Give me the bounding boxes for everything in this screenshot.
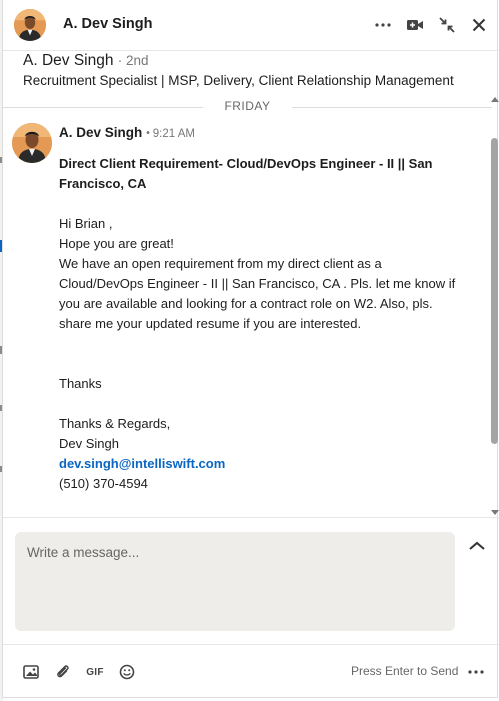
signature-name: Dev Singh — [59, 436, 119, 451]
gif-label: GIF — [86, 666, 104, 678]
close-button[interactable] — [467, 13, 491, 37]
minimize-button[interactable] — [435, 13, 459, 37]
message-thanks: Thanks — [59, 376, 102, 391]
message-list[interactable]: FRIDAY A. Dev Singh • 9:21 AM Direct Clien… — [3, 95, 499, 518]
connection-degree: · 2nd — [117, 53, 149, 68]
message-line: Hope you are great! — [59, 236, 174, 251]
sender-name[interactable]: A. Dev Singh — [59, 125, 142, 140]
signature-regards: Thanks & Regards, — [59, 416, 171, 431]
minimize-arrows-icon — [439, 17, 455, 33]
scroll-thumb[interactable] — [491, 138, 498, 444]
conversation-header: A. Dev Singh — [3, 0, 499, 51]
attach-file-button[interactable] — [53, 662, 73, 682]
signature-email-link[interactable]: dev.singh@intelliswift.com — [59, 454, 459, 474]
message-scrollbar[interactable] — [490, 95, 499, 517]
gif-button[interactable]: GIF — [85, 662, 105, 682]
video-call-button[interactable] — [403, 13, 427, 37]
conversation-title[interactable]: A. Dev Singh — [63, 16, 152, 32]
more-horizontal-icon — [468, 670, 484, 674]
expand-compose-button[interactable] — [468, 539, 488, 555]
compose-more-button[interactable] — [465, 662, 487, 682]
message-body: Direct Client Requirement- Cloud/DevOps … — [59, 154, 459, 494]
scroll-up-arrow[interactable] — [491, 97, 499, 102]
chevron-up-icon — [469, 541, 485, 550]
image-icon — [23, 665, 39, 679]
profile-name[interactable]: A. Dev Singh — [23, 52, 113, 69]
emoji-button[interactable] — [117, 662, 137, 682]
close-icon — [472, 18, 486, 32]
profile-summary: A. Dev Singh · 2nd Recruitment Specialis… — [3, 51, 492, 99]
message-header: A. Dev Singh • 9:21 AM — [59, 125, 195, 140]
message-input[interactable] — [15, 532, 455, 631]
separator-dot: • — [146, 128, 150, 139]
attach-image-button[interactable] — [21, 662, 41, 682]
send-hint[interactable]: Press Enter to Send — [351, 664, 458, 678]
emoji-icon — [119, 664, 135, 680]
compose-toolbar: GIF Press Enter to Send — [3, 644, 499, 699]
video-call-icon — [407, 20, 423, 30]
paperclip-icon — [57, 665, 69, 678]
message-timestamp: 9:21 AM — [152, 128, 195, 140]
avatar[interactable] — [14, 9, 46, 41]
day-divider: FRIDAY — [3, 99, 492, 115]
message-greeting: Hi Brian , — [59, 216, 113, 231]
message-paragraph: We have an open requirement from my dire… — [59, 256, 456, 331]
more-options-button[interactable] — [371, 13, 395, 37]
scroll-down-arrow[interactable] — [491, 510, 499, 515]
message-subject: Direct Client Requirement- Cloud/DevOps … — [59, 156, 433, 191]
profile-headline: Recruitment Specialist | MSP, Delivery, … — [23, 73, 454, 88]
compose-box — [15, 532, 455, 631]
message-window: A. Dev Singh A. Dev Singh · 2nd Recruitm… — [2, 0, 499, 699]
more-horizontal-icon — [375, 23, 391, 27]
day-label: FRIDAY — [218, 99, 277, 113]
signature-phone: (510) 370-4594 — [59, 476, 148, 491]
sender-avatar[interactable] — [12, 123, 52, 163]
